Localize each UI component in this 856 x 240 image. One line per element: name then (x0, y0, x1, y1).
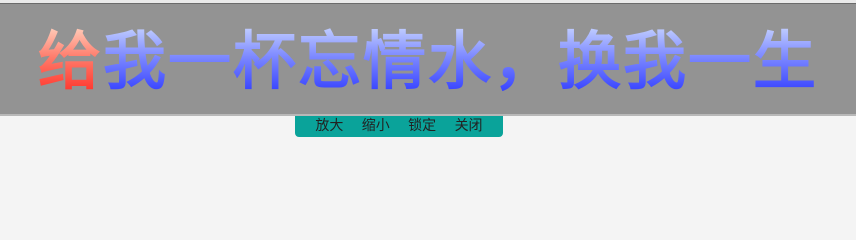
lyric-unsung-part: 我一杯忘情水，换我一生 (103, 25, 818, 98)
lyric-sung-part: 给 (38, 25, 103, 98)
lyric-line: 给我一杯忘情水，换我一生 (38, 24, 818, 100)
close-button[interactable]: 关闭 (455, 116, 483, 137)
lyrics-toolbar: 放大 缩小 锁定 关闭 (295, 116, 503, 137)
zoom-out-button[interactable]: 缩小 (362, 116, 390, 137)
zoom-in-button[interactable]: 放大 (315, 116, 343, 137)
lock-button[interactable]: 锁定 (408, 116, 436, 137)
desktop-lyrics-panel[interactable]: 给我一杯忘情水，换我一生 (0, 4, 856, 116)
